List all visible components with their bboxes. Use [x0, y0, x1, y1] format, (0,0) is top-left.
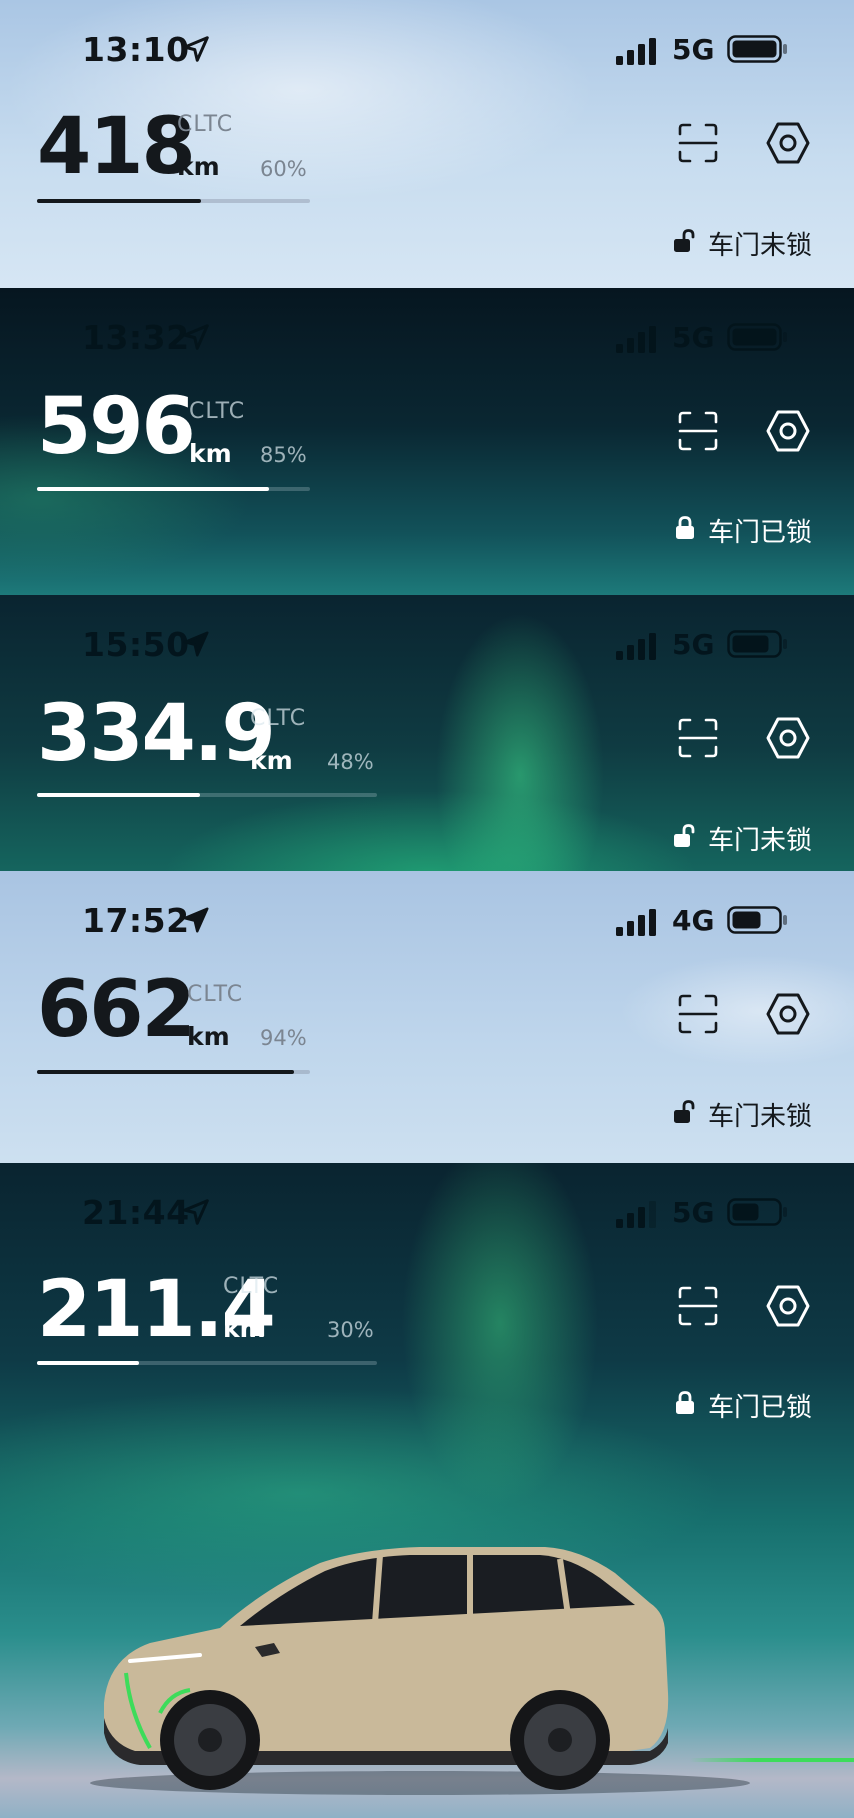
battery-bar-fill [37, 487, 270, 491]
battery-icon [727, 1198, 787, 1226]
cellular-signal-icon [616, 326, 656, 353]
settings-hexagon-icon[interactable] [765, 408, 811, 454]
door-lock-label: 车门已锁 [708, 1393, 813, 1423]
unlocked-padlock-icon [674, 1100, 695, 1123]
battery-icon [727, 35, 787, 63]
door-lock-label: 车门已锁 [708, 518, 813, 548]
cellular-signal-icon [616, 1201, 656, 1228]
network-type: 4G [672, 904, 715, 937]
unlocked-padlock-icon [674, 824, 695, 847]
status-time: 13:32 [82, 318, 190, 357]
battery-percent: 94% [260, 1026, 307, 1050]
scan-icon[interactable] [676, 992, 720, 1036]
battery-bar [37, 487, 310, 491]
location-arrow-icon [183, 1199, 209, 1225]
range-standard: CLTC [250, 706, 307, 731]
battery-percent: 60% [260, 157, 307, 181]
battery-bar [37, 199, 310, 203]
vehicle-card-3: 15:50 5G 334.9 CLTC km 48% 车门未锁 [0, 595, 854, 871]
range-unit: km [189, 439, 232, 468]
door-lock-label: 车门未锁 [708, 826, 813, 856]
battery-bar [37, 1361, 377, 1365]
location-arrow-icon [183, 36, 209, 62]
scan-icon[interactable] [676, 716, 720, 760]
settings-hexagon-icon[interactable] [765, 715, 811, 761]
door-lock-status[interactable]: 车门未锁 [672, 819, 822, 856]
status-time: 13:10 [82, 30, 190, 69]
unlocked-padlock-icon [674, 229, 695, 252]
battery-percent: 30% [327, 1318, 374, 1342]
charging-cable [690, 1758, 854, 1762]
battery-percent: 85% [260, 443, 307, 467]
status-time: 21:44 [82, 1193, 190, 1232]
door-lock-status[interactable]: 车门已锁 [672, 1386, 822, 1423]
door-lock-status[interactable]: 车门未锁 [672, 224, 822, 261]
battery-bar-fill [37, 199, 201, 203]
battery-icon [727, 323, 787, 351]
status-bar: 15:50 5G [0, 595, 854, 695]
range-standard: CLTC [177, 112, 234, 137]
range-value: 596 [37, 382, 196, 472]
range-value: 662 [37, 965, 196, 1055]
range-standard: CLTC [223, 1274, 280, 1299]
network-type: 5G [672, 33, 715, 66]
battery-bar [37, 793, 377, 797]
locked-padlock-icon [676, 516, 694, 539]
vehicle-image [90, 1547, 750, 1795]
network-type: 5G [672, 628, 715, 661]
location-arrow-icon [183, 631, 209, 657]
status-time: 15:50 [82, 625, 190, 664]
scan-icon[interactable] [676, 1284, 720, 1328]
vehicle-card-2: 13:32 5G 596 CLTC km 85% 车门已锁 [0, 288, 854, 595]
network-type: 5G [672, 321, 715, 354]
battery-bar [37, 1070, 310, 1074]
door-lock-label: 车门未锁 [708, 231, 813, 261]
range-unit: km [187, 1022, 230, 1051]
battery-percent: 48% [327, 750, 374, 774]
door-lock-status[interactable]: 车门未锁 [672, 1095, 822, 1132]
battery-icon [727, 630, 787, 658]
status-time: 17:52 [82, 901, 190, 940]
range-unit: km [223, 1314, 266, 1343]
location-arrow-icon [183, 324, 209, 350]
door-lock-label: 车门未锁 [708, 1102, 813, 1132]
vehicle-card-5: 21:44 5G 211.4 CLTC km 30% 车门已锁 [0, 1163, 854, 1818]
scan-icon[interactable] [676, 409, 720, 453]
battery-bar-fill [37, 1361, 139, 1365]
cellular-signal-icon [616, 909, 656, 936]
cellular-signal-icon [616, 38, 656, 65]
status-bar: 13:10 5G [0, 0, 854, 100]
scan-icon[interactable] [676, 121, 720, 165]
range-unit: km [250, 746, 293, 775]
locked-padlock-icon [676, 1391, 694, 1414]
range-value: 418 [37, 102, 196, 192]
battery-icon [727, 906, 787, 934]
status-bar: 13:32 5G [0, 288, 854, 388]
status-bar: 21:44 5G [0, 1163, 854, 1263]
range-value: 334.9 [37, 689, 276, 779]
status-bar: 17:52 4G [0, 871, 854, 971]
range-standard: CLTC [187, 982, 244, 1007]
battery-bar-fill [37, 1070, 294, 1074]
vehicle-card-4: 17:52 4G 662 CLTC km 94% 车门未锁 [0, 871, 854, 1163]
door-lock-status[interactable]: 车门已锁 [672, 511, 822, 548]
cellular-signal-icon [616, 633, 656, 660]
battery-bar-fill [37, 793, 201, 797]
settings-hexagon-icon[interactable] [765, 991, 811, 1037]
range-unit: km [177, 152, 220, 181]
range-standard: CLTC [189, 399, 246, 424]
vehicle-card-1: 13:10 5G 418 CLTC km 60% 车门未锁 [0, 0, 854, 288]
network-type: 5G [672, 1196, 715, 1229]
location-arrow-icon [183, 907, 209, 933]
settings-hexagon-icon[interactable] [765, 1283, 811, 1329]
settings-hexagon-icon[interactable] [765, 120, 811, 166]
